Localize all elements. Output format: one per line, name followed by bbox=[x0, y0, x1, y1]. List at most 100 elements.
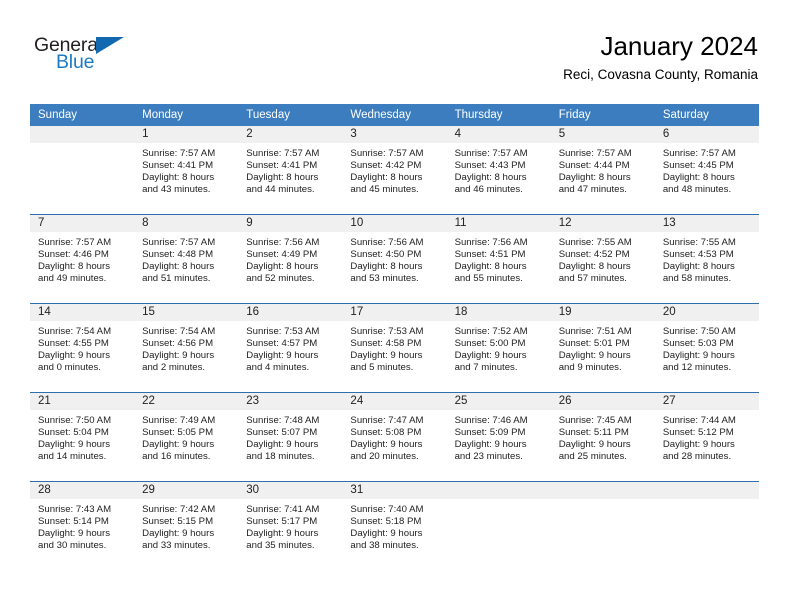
calendar-day-cell[interactable]: 3 Sunrise: 7:57 AM Sunset: 4:42 PM Daylight… bbox=[342, 126, 447, 215]
day-details: Sunrise: 7:56 AM Sunset: 4:49 PM Daylight:… bbox=[238, 232, 342, 285]
day-detail-line: Sunset: 4:50 PM bbox=[350, 249, 422, 261]
day-detail-line: and 2 minutes. bbox=[142, 362, 206, 374]
day-cell-inner: 7 Sunrise: 7:57 AM Sunset: 4:46 PM Daylight… bbox=[30, 215, 135, 303]
calendar-day-cell[interactable]: 29 Sunrise: 7:42 AM Sunset: 5:15 PM Dayligh… bbox=[134, 481, 239, 570]
page-title: January 2024 bbox=[600, 31, 758, 61]
calendar-day-cell[interactable]: 31 Sunrise: 7:40 AM Sunset: 5:18 PM Dayligh… bbox=[342, 481, 447, 570]
calendar-day-cell[interactable]: 4 Sunrise: 7:57 AM Sunset: 4:43 PM Daylight… bbox=[446, 126, 551, 215]
calendar-day-cell[interactable]: 6 Sunrise: 7:57 AM Sunset: 4:45 PM Daylight… bbox=[654, 126, 759, 215]
calendar-day-cell[interactable]: 30 Sunrise: 7:41 AM Sunset: 5:17 PM Dayligh… bbox=[238, 481, 343, 570]
day-number: 15 bbox=[134, 304, 239, 321]
calendar-day-cell[interactable]: 11 Sunrise: 7:56 AM Sunset: 4:51 PM Dayligh… bbox=[446, 214, 551, 304]
day-detail-line: Daylight: 8 hours bbox=[246, 172, 319, 184]
calendar-day-cell[interactable]: 8 Sunrise: 7:57 AM Sunset: 4:48 PM Daylight… bbox=[134, 214, 239, 304]
day-detail-line: Sunset: 5:18 PM bbox=[350, 516, 422, 528]
calendar-day-cell[interactable]: 25 Sunrise: 7:46 AM Sunset: 5:09 PM Dayligh… bbox=[446, 392, 551, 482]
day-details: Sunrise: 7:55 AM Sunset: 4:53 PM Daylight:… bbox=[655, 232, 759, 285]
weekday-header-wednesday: Wednesday bbox=[342, 104, 447, 126]
day-detail-line: and 49 minutes. bbox=[38, 273, 107, 285]
day-cell-inner: 3 Sunrise: 7:57 AM Sunset: 4:42 PM Daylight… bbox=[342, 126, 447, 214]
day-detail-line: and 43 minutes. bbox=[142, 184, 211, 196]
calendar-day-cell[interactable]: 15 Sunrise: 7:54 AM Sunset: 4:56 PM Dayligh… bbox=[134, 303, 239, 393]
day-details: Sunrise: 7:54 AM Sunset: 4:56 PM Daylight:… bbox=[134, 321, 238, 374]
day-detail-line: and 57 minutes. bbox=[558, 273, 627, 285]
day-detail-line: Sunset: 4:49 PM bbox=[246, 249, 318, 261]
calendar-day-cell[interactable]: 22 Sunrise: 7:49 AM Sunset: 5:05 PM Dayligh… bbox=[134, 392, 239, 482]
calendar-day-cell[interactable]: 28 Sunrise: 7:43 AM Sunset: 5:14 PM Dayligh… bbox=[30, 481, 135, 570]
weekday-header-friday: Friday bbox=[550, 104, 655, 126]
day-detail-line: Daylight: 8 hours bbox=[350, 172, 423, 184]
general-blue-logo[interactable]: General Blue bbox=[34, 34, 194, 82]
day-number bbox=[446, 482, 551, 499]
day-detail-line: and 51 minutes. bbox=[142, 273, 211, 285]
calendar-day-cell[interactable]: 23 Sunrise: 7:48 AM Sunset: 5:07 PM Dayligh… bbox=[238, 392, 343, 482]
day-detail-line: Daylight: 8 hours bbox=[350, 261, 423, 273]
day-cell-inner: 26 Sunrise: 7:45 AM Sunset: 5:11 PM Dayligh… bbox=[550, 393, 655, 481]
day-detail-line: Sunrise: 7:56 AM bbox=[350, 237, 424, 248]
weekday-header-thursday: Thursday bbox=[446, 104, 551, 126]
day-detail-line: Sunset: 4:51 PM bbox=[454, 249, 526, 261]
day-detail-line: Sunset: 4:53 PM bbox=[662, 249, 734, 261]
calendar-day-cell[interactable]: 26 Sunrise: 7:45 AM Sunset: 5:11 PM Dayligh… bbox=[550, 392, 655, 482]
day-number bbox=[654, 482, 759, 499]
day-details: Sunrise: 7:57 AM Sunset: 4:45 PM Daylight:… bbox=[655, 143, 759, 196]
day-number bbox=[550, 482, 655, 499]
day-cell-inner: 14 Sunrise: 7:54 AM Sunset: 4:55 PM Dayligh… bbox=[30, 304, 135, 392]
calendar-day-cell[interactable]: 17 Sunrise: 7:53 AM Sunset: 4:58 PM Dayligh… bbox=[342, 303, 447, 393]
day-detail-line: Sunset: 4:44 PM bbox=[558, 160, 630, 172]
calendar-day-cell[interactable]: 16 Sunrise: 7:53 AM Sunset: 4:57 PM Dayligh… bbox=[238, 303, 343, 393]
day-detail-line: Sunset: 5:11 PM bbox=[558, 427, 629, 439]
day-detail-line: Sunset: 5:04 PM bbox=[38, 427, 109, 439]
calendar-day-cell[interactable]: 9 Sunrise: 7:56 AM Sunset: 4:49 PM Daylight… bbox=[238, 214, 343, 304]
day-detail-line: Sunrise: 7:49 AM bbox=[142, 415, 216, 426]
day-detail-line: Sunrise: 7:55 AM bbox=[558, 237, 632, 248]
day-detail-line: Daylight: 8 hours bbox=[454, 172, 527, 184]
day-cell-inner: 11 Sunrise: 7:56 AM Sunset: 4:51 PM Dayligh… bbox=[446, 215, 551, 303]
day-detail-line: Daylight: 9 hours bbox=[38, 350, 110, 362]
calendar-day-cell[interactable]: 2 Sunrise: 7:57 AM Sunset: 4:41 PM Daylight… bbox=[238, 126, 343, 215]
day-detail-line: Sunset: 5:08 PM bbox=[350, 427, 422, 439]
calendar-day-cell[interactable]: 18 Sunrise: 7:52 AM Sunset: 5:00 PM Dayligh… bbox=[446, 303, 551, 393]
day-number: 11 bbox=[446, 215, 551, 232]
calendar-day-cell[interactable]: 21 Sunrise: 7:50 AM Sunset: 5:04 PM Dayligh… bbox=[30, 392, 135, 482]
day-details: Sunrise: 7:52 AM Sunset: 5:00 PM Daylight:… bbox=[447, 321, 551, 374]
day-number: 26 bbox=[550, 393, 655, 410]
day-number: 7 bbox=[30, 215, 135, 232]
day-detail-line: and 16 minutes. bbox=[142, 451, 211, 463]
day-details: Sunrise: 7:42 AM Sunset: 5:15 PM Daylight:… bbox=[134, 499, 238, 552]
calendar-week-row: 21 Sunrise: 7:50 AM Sunset: 5:04 PM Dayligh… bbox=[30, 392, 759, 482]
calendar-day-cell[interactable]: 7 Sunrise: 7:57 AM Sunset: 4:46 PM Daylight… bbox=[30, 214, 135, 304]
day-detail-line: Sunrise: 7:57 AM bbox=[454, 148, 528, 159]
day-number: 2 bbox=[238, 126, 343, 143]
calendar-day-cell[interactable]: 24 Sunrise: 7:47 AM Sunset: 5:08 PM Dayligh… bbox=[342, 392, 447, 482]
calendar-day-cell[interactable]: 5 Sunrise: 7:57 AM Sunset: 4:44 PM Daylight… bbox=[550, 126, 655, 215]
calendar-day-cell[interactable]: 10 Sunrise: 7:56 AM Sunset: 4:50 PM Dayligh… bbox=[342, 214, 447, 304]
weekday-header-tuesday: Tuesday bbox=[238, 104, 343, 126]
day-details: Sunrise: 7:57 AM Sunset: 4:42 PM Daylight:… bbox=[342, 143, 446, 196]
calendar-day-cell[interactable]: 20 Sunrise: 7:50 AM Sunset: 5:03 PM Dayligh… bbox=[654, 303, 759, 393]
calendar-day-cell[interactable]: 27 Sunrise: 7:44 AM Sunset: 5:12 PM Dayligh… bbox=[654, 392, 759, 482]
calendar-day-cell[interactable]: 12 Sunrise: 7:55 AM Sunset: 4:52 PM Dayligh… bbox=[550, 214, 655, 304]
logo-text-blue: Blue bbox=[56, 51, 95, 73]
calendar-day-cell[interactable]: 1 Sunrise: 7:57 AM Sunset: 4:41 PM Daylight… bbox=[134, 126, 239, 215]
day-details: Sunrise: 7:57 AM Sunset: 4:41 PM Daylight:… bbox=[134, 143, 238, 196]
day-details bbox=[447, 499, 551, 504]
day-details: Sunrise: 7:50 AM Sunset: 5:03 PM Daylight:… bbox=[655, 321, 759, 374]
day-detail-line: and 4 minutes. bbox=[246, 362, 310, 374]
day-detail-line: Sunset: 5:15 PM bbox=[142, 516, 214, 528]
day-number: 23 bbox=[238, 393, 343, 410]
calendar-week-row: 14 Sunrise: 7:54 AM Sunset: 4:55 PM Dayligh… bbox=[30, 303, 759, 393]
day-cell-inner: 13 Sunrise: 7:55 AM Sunset: 4:53 PM Dayligh… bbox=[654, 215, 759, 303]
day-detail-line: Sunrise: 7:52 AM bbox=[454, 326, 528, 337]
day-detail-line: Sunset: 4:41 PM bbox=[246, 160, 318, 172]
weekday-header-saturday: Saturday bbox=[654, 104, 759, 126]
day-cell-inner: 21 Sunrise: 7:50 AM Sunset: 5:04 PM Dayligh… bbox=[30, 393, 135, 481]
calendar-day-cell[interactable]: 13 Sunrise: 7:55 AM Sunset: 4:53 PM Dayligh… bbox=[654, 214, 759, 304]
calendar-day-cell[interactable]: 14 Sunrise: 7:54 AM Sunset: 4:55 PM Dayligh… bbox=[30, 303, 135, 393]
day-details: Sunrise: 7:57 AM Sunset: 4:44 PM Daylight:… bbox=[551, 143, 655, 196]
day-detail-line: Daylight: 9 hours bbox=[142, 528, 215, 540]
calendar-day-cell[interactable]: 19 Sunrise: 7:51 AM Sunset: 5:01 PM Dayligh… bbox=[550, 303, 655, 393]
day-detail-line: Daylight: 9 hours bbox=[38, 528, 110, 540]
day-cell-inner: 2 Sunrise: 7:57 AM Sunset: 4:41 PM Daylight… bbox=[238, 126, 343, 214]
day-detail-line: Sunrise: 7:54 AM bbox=[38, 326, 112, 337]
